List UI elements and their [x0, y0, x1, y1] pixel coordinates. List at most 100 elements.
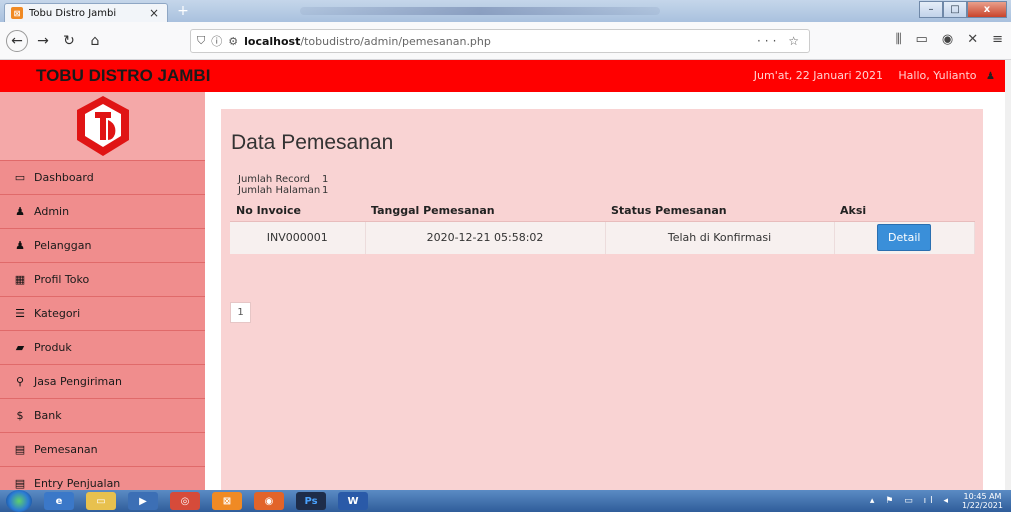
sidebar-item-dashboard[interactable]: ▭ Dashboard [0, 161, 205, 195]
sidebar-item-label: Pemesanan [34, 443, 98, 456]
col-header-status: Status Pemesanan [605, 200, 834, 222]
permissions-icon[interactable]: ⚙ [228, 35, 238, 48]
browser-navbar: ← → ↻ ⌂ ⛉ ⓘ ⚙ localhost /tobudistro/admi… [0, 22, 1011, 60]
media-player-icon[interactable]: ▶ [128, 492, 158, 510]
scrollbar[interactable] [1005, 60, 1011, 490]
browser-tab[interactable]: ⊠ Tobu Distro Jambi × [4, 3, 168, 22]
tobu-logo-icon [76, 96, 129, 156]
header-date: Jum'at, 22 Januari 2021 [753, 69, 883, 82]
browser-titlebar: ⊠ Tobu Distro Jambi × + – □ x [0, 0, 1011, 22]
clock-time: 10:45 AM [963, 492, 1002, 501]
page-actions-icon[interactable]: ··· ☆ [757, 34, 803, 48]
user-icon: ♟ [986, 71, 995, 82]
maximize-button[interactable]: □ [943, 1, 967, 18]
profil-toko-icon: ▦ [14, 273, 26, 286]
ie-icon[interactable]: e [44, 492, 74, 510]
kategori-icon: ☰ [15, 307, 25, 320]
pemesanan-table: No Invoice Tanggal Pemesanan Status Peme… [230, 200, 975, 254]
toolbar-right: ⫼ ▭ ◉ ✕ ≡ [896, 32, 1003, 47]
jasa-pengiriman-icon: ⚲ [15, 375, 25, 388]
user-greeting-text: Hallo, Yulianto [898, 69, 977, 82]
col-header-invoice: No Invoice [230, 200, 365, 222]
sidebar-item-pemesanan[interactable]: ▤ Pemesanan [0, 433, 205, 467]
start-button[interactable] [6, 490, 32, 512]
jumlah-record-value: 1 [322, 174, 329, 185]
sidebar-item-kategori[interactable]: ☰ Kategori [0, 297, 205, 331]
content-panel: Data Pemesanan Jumlah Record 1 Jumlah Ha… [221, 109, 983, 490]
sidebar-item-label: Kategori [34, 307, 81, 320]
pemesanan-icon: ▤ [14, 443, 26, 456]
sidebar-item-label: Dashboard [34, 171, 94, 184]
detail-button[interactable]: Detail [877, 224, 932, 252]
record-meta: Jumlah Record 1 Jumlah Halaman 1 [238, 174, 328, 196]
jumlah-halaman-label: Jumlah Halaman [238, 185, 321, 196]
jumlah-halaman-value: 1 [322, 185, 329, 196]
app-header: TOBU DISTRO JAMBI Jum'at, 22 Januari 202… [0, 60, 1011, 92]
forward-arrow-icon[interactable]: → [32, 30, 54, 52]
sidebar-item-label: Jasa Pengiriman [34, 375, 122, 388]
page-title: Data Pemesanan [231, 131, 394, 154]
close-window-button[interactable]: x [967, 1, 1007, 18]
table-row: INV000001 2020-12-21 05:58:02 Telah di Kon… [230, 221, 975, 254]
account-icon[interactable]: ◉ [942, 32, 953, 47]
col-header-aksi: Aksi [834, 200, 975, 222]
brand-title[interactable]: TOBU DISTRO JAMBI [0, 66, 210, 86]
chrome-icon[interactable]: ◎ [170, 492, 200, 510]
sidebar-item-produk[interactable]: ▰ Produk [0, 331, 205, 365]
sidebar-item-jasa-pengiriman[interactable]: ⚲ Jasa Pengiriman [0, 365, 205, 399]
reload-icon[interactable]: ↻ [58, 30, 80, 52]
sidebar-item-label: Entry Penjualan [34, 477, 121, 490]
url-host: localhost [244, 34, 301, 48]
sidebar-item-label: Pelanggan [34, 239, 92, 252]
tray-icons[interactable]: ▴ ⚑ ▭ ıl ◂ [870, 496, 952, 506]
sidebar-item-pelanggan[interactable]: ♟ Pelanggan [0, 229, 205, 263]
photoshop-icon[interactable]: Ps [296, 492, 326, 510]
system-tray: ▴ ⚑ ▭ ıl ◂ 10:45 AM 1/22/2021 [870, 492, 1003, 510]
close-x-icon[interactable]: ✕ [967, 32, 978, 47]
main-content: Data Pemesanan Jumlah Record 1 Jumlah Ha… [205, 92, 1005, 490]
logo-area [0, 92, 205, 161]
col-header-tanggal: Tanggal Pemesanan [365, 200, 605, 222]
xampp-favicon-icon: ⊠ [11, 7, 23, 19]
new-tab-button[interactable]: + [174, 3, 192, 19]
windows-taskbar: e ▭ ▶ ◎ ⊠ ◉ Ps W ▴ ⚑ ▭ ıl ◂ 10:45 AM 1/2… [0, 490, 1011, 512]
tab-close-icon[interactable]: × [147, 6, 161, 20]
sidebar-item-bank[interactable]: $ Bank [0, 399, 205, 433]
cell-aksi: Detail [834, 221, 975, 254]
cell-status: Telah di Konfirmasi [605, 221, 835, 254]
sidebar-icon[interactable]: ▭ [916, 32, 928, 47]
sidebar-item-label: Admin [34, 205, 70, 218]
window-title-blur [300, 7, 660, 15]
sidebar-item-admin[interactable]: ♟ Admin [0, 195, 205, 229]
sidebar-item-label: Profil Toko [34, 273, 90, 286]
entry-penjualan-icon: ▤ [14, 477, 26, 490]
menu-icon[interactable]: ≡ [992, 32, 1003, 47]
admin-icon: ♟ [15, 205, 25, 218]
cell-invoice: INV000001 [230, 221, 366, 254]
url-bar[interactable]: ⛉ ⓘ ⚙ localhost /tobudistro/admin/pemesa… [190, 29, 810, 53]
tab-title: Tobu Distro Jambi [29, 7, 117, 19]
window-controls: – □ x [919, 1, 1007, 18]
back-arrow-icon[interactable]: ← [6, 29, 28, 52]
user-greeting[interactable]: Hallo, Yulianto ♟ [898, 69, 995, 82]
sidebar: ▭ Dashboard ♟ Admin ♟ Pelanggan ▦ Profil Toko ☰ K… [0, 92, 205, 501]
clock-date: 1/22/2021 [961, 501, 1003, 510]
sidebar-item-label: Bank [34, 409, 62, 422]
pelanggan-icon: ♟ [15, 239, 25, 252]
firefox-icon[interactable]: ◉ [254, 492, 284, 510]
clock[interactable]: 10:45 AM 1/22/2021 [962, 492, 1003, 510]
home-icon[interactable]: ⌂ [84, 30, 106, 52]
jumlah-record-label: Jumlah Record [238, 174, 311, 185]
shield-icon: ⛉ [197, 34, 206, 47]
dashboard-icon: ▭ [14, 171, 26, 184]
pagination-page-1[interactable]: 1 [230, 302, 251, 323]
bank-icon: $ [16, 409, 24, 422]
info-icon[interactable]: ⓘ [211, 33, 222, 49]
minimize-button[interactable]: – [919, 1, 943, 18]
sidebar-item-profil-toko[interactable]: ▦ Profil Toko [0, 263, 205, 297]
word-icon[interactable]: W [338, 492, 368, 510]
xampp-icon[interactable]: ⊠ [212, 492, 242, 510]
folder-icon[interactable]: ▭ [86, 492, 116, 510]
cell-tanggal: 2020-12-21 05:58:02 [365, 221, 606, 254]
library-icon[interactable]: ⫼ [896, 32, 902, 47]
